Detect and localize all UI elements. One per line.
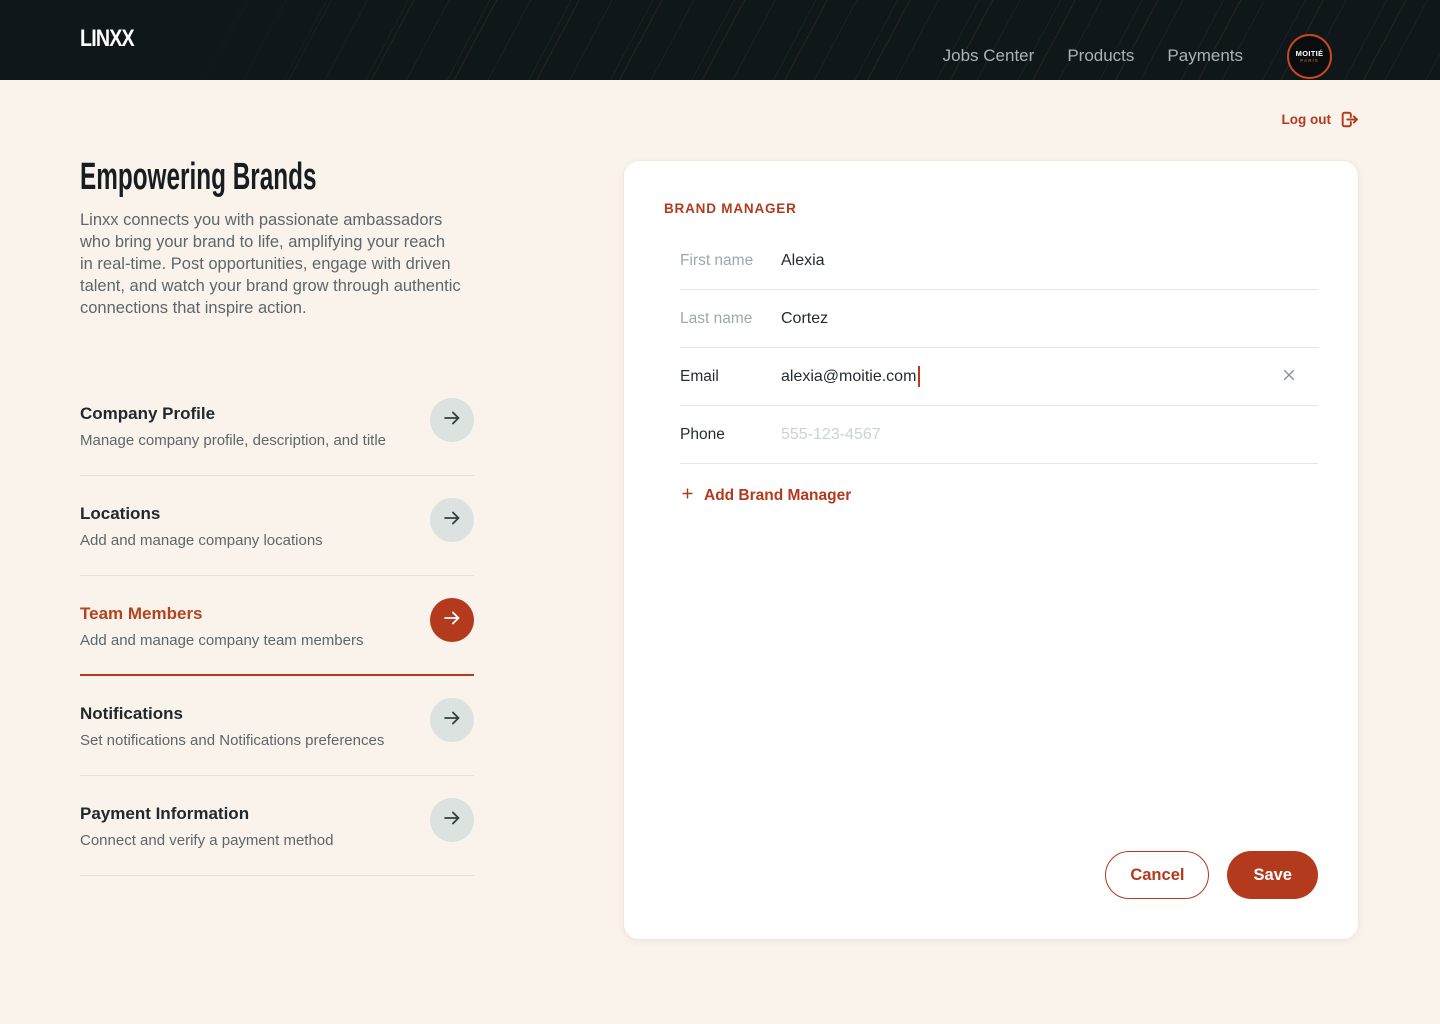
- phone-input[interactable]: 555-123-4567: [781, 421, 1298, 448]
- section-description: Add and manage company locations: [80, 531, 323, 551]
- text-caret: [918, 366, 920, 387]
- section-title: Company Profile: [80, 402, 386, 426]
- section-title: Locations: [80, 502, 323, 526]
- field-row-last-name: Last name Cortez: [680, 290, 1318, 348]
- section-text: Payment Information Connect and verify a…: [80, 802, 333, 851]
- arrow-right-icon: [441, 607, 463, 632]
- add-brand-manager-label: Add Brand Manager: [704, 487, 851, 505]
- locations-arrow-button[interactable]: [430, 498, 474, 542]
- logout-icon: [1339, 109, 1360, 130]
- logout-link[interactable]: Log out: [1282, 109, 1360, 130]
- first-name-value: Alexia: [781, 252, 825, 270]
- section-text: Company Profile Manage company profile, …: [80, 402, 386, 451]
- section-description: Connect and verify a payment method: [80, 831, 333, 851]
- card-heading: BRAND MANAGER: [664, 201, 1318, 216]
- nav-payments[interactable]: Payments: [1167, 46, 1243, 66]
- close-icon: [1280, 366, 1298, 387]
- logout-label: Log out: [1282, 112, 1331, 127]
- first-name-label: First name: [680, 247, 781, 274]
- last-name-value: Cortez: [781, 310, 828, 328]
- field-row-first-name: First name Alexia: [680, 232, 1318, 290]
- app-header: LINXX Jobs Center Products Payments MOIT…: [0, 0, 1440, 80]
- nav-jobs-center[interactable]: Jobs Center: [943, 46, 1035, 66]
- arrow-right-icon: [441, 707, 463, 732]
- field-row-phone: Phone 555-123-4567: [680, 406, 1318, 464]
- settings-section-list: Company Profile Manage company profile, …: [80, 376, 474, 876]
- app-logo[interactable]: LINXX: [80, 27, 134, 51]
- sidebar-item-locations[interactable]: Locations Add and manage company locatio…: [80, 476, 474, 576]
- section-title: Notifications: [80, 702, 384, 726]
- form-actions: Cancel Save: [664, 851, 1318, 899]
- company-profile-arrow-button[interactable]: [430, 398, 474, 442]
- phone-label: Phone: [680, 421, 781, 448]
- team-members-arrow-button[interactable]: [430, 598, 474, 642]
- section-title: Team Members: [80, 602, 363, 626]
- page-description: Linxx connects you with passionate ambas…: [80, 210, 462, 320]
- email-value: alexia@moitie.com: [781, 368, 916, 386]
- section-description: Add and manage company team members: [80, 631, 363, 651]
- avatar-brand-city: PARIS: [1300, 58, 1318, 64]
- arrow-right-icon: [441, 407, 463, 432]
- email-input[interactable]: alexia@moitie.com: [781, 363, 1280, 390]
- avatar-brand-name: MOITIÉ: [1296, 49, 1324, 58]
- cancel-button[interactable]: Cancel: [1105, 851, 1209, 899]
- sidebar-item-notifications[interactable]: Notifications Set notifications and Noti…: [80, 676, 474, 776]
- nav-products[interactable]: Products: [1067, 46, 1134, 66]
- brand-manager-card: BRAND MANAGER First name Alexia Last nam…: [623, 160, 1359, 940]
- email-clear-button[interactable]: [1280, 366, 1298, 387]
- brand-manager-form: First name Alexia Last name Cortez Email…: [680, 232, 1318, 464]
- last-name-input[interactable]: Cortez: [781, 305, 1298, 332]
- first-name-input[interactable]: Alexia: [781, 247, 1298, 274]
- last-name-label: Last name: [680, 305, 781, 332]
- email-label: Email: [680, 363, 781, 390]
- arrow-right-icon: [441, 507, 463, 532]
- page-title: Empowering Brands: [80, 158, 332, 198]
- notifications-arrow-button[interactable]: [430, 698, 474, 742]
- section-description: Set notifications and Notifications pref…: [80, 731, 384, 751]
- save-button[interactable]: Save: [1227, 851, 1318, 899]
- sidebar-item-company-profile[interactable]: Company Profile Manage company profile, …: [80, 376, 474, 476]
- field-row-email: Email alexia@moitie.com: [680, 348, 1318, 406]
- intro-section: Empowering Brands Linxx connects you wit…: [80, 158, 474, 876]
- section-description: Manage company profile, description, and…: [80, 431, 386, 451]
- section-title: Payment Information: [80, 802, 333, 826]
- arrow-right-icon: [441, 807, 463, 832]
- section-text: Team Members Add and manage company team…: [80, 602, 363, 651]
- header-nav: Jobs Center Products Payments MOITIÉ PAR…: [943, 34, 1332, 78]
- payment-information-arrow-button[interactable]: [430, 798, 474, 842]
- plus-icon: [680, 486, 695, 506]
- add-brand-manager-link[interactable]: Add Brand Manager: [680, 486, 851, 506]
- section-text: Notifications Set notifications and Noti…: [80, 702, 384, 751]
- avatar[interactable]: MOITIÉ PARIS: [1287, 34, 1332, 79]
- section-text: Locations Add and manage company locatio…: [80, 502, 323, 551]
- sidebar-item-team-members[interactable]: Team Members Add and manage company team…: [80, 576, 474, 676]
- phone-placeholder: 555-123-4567: [781, 426, 881, 444]
- sidebar-item-payment-information[interactable]: Payment Information Connect and verify a…: [80, 776, 474, 876]
